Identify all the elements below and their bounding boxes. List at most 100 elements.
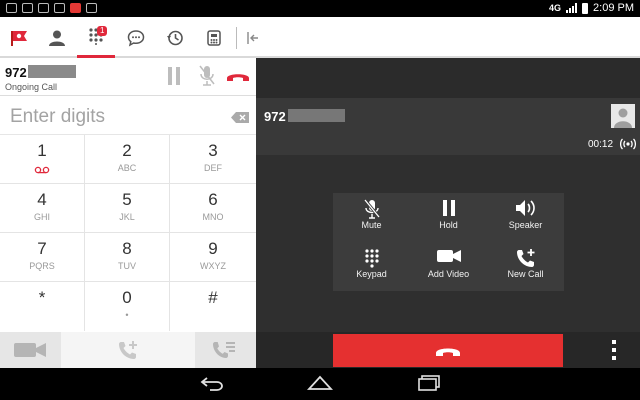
key-digit: 7 <box>37 239 47 258</box>
dialer-panel: 972 Ongoing Call 1 <box>0 58 256 368</box>
tab-voicemail-box[interactable] <box>195 17 233 58</box>
key-star[interactable]: * <box>0 282 85 331</box>
redacted-number-mask <box>28 65 76 78</box>
call-panel-top <box>256 58 640 98</box>
flag-logo-icon <box>11 30 27 46</box>
hold-button[interactable] <box>168 67 180 85</box>
notification-icon <box>54 3 65 13</box>
system-nav-bar <box>0 368 640 400</box>
end-call-button[interactable] <box>333 334 563 367</box>
notification-icon <box>70 3 81 13</box>
backspace-button[interactable] <box>231 112 249 123</box>
ongoing-call-status: Ongoing Call <box>5 82 58 92</box>
notification-icons <box>6 3 97 13</box>
ongoing-call-card[interactable]: 972 Ongoing Call <box>0 58 256 96</box>
key-digit: * <box>38 288 46 307</box>
key-letters: JKL <box>119 212 135 222</box>
call-list-button[interactable] <box>212 340 236 360</box>
collapse-panel-icon <box>247 31 258 44</box>
add-call-icon <box>119 341 137 359</box>
key-5[interactable]: 5 JKL <box>85 184 170 233</box>
key-digit: 6 <box>208 190 218 209</box>
digits-input[interactable] <box>10 105 210 129</box>
home-nav-button[interactable] <box>307 374 333 392</box>
key-9[interactable]: 9 WXYZ <box>170 233 256 282</box>
keypad-label: Keypad <box>356 269 387 279</box>
clock: 2:09 PM <box>593 2 634 14</box>
key-hash[interactable]: # <box>170 282 256 331</box>
digit-entry-row <box>0 98 256 135</box>
key-letters: WXYZ <box>200 261 226 271</box>
avatar <box>611 104 635 128</box>
chat-icon <box>127 29 145 46</box>
hang-up-icon <box>436 348 460 356</box>
call-header: 972 00:12 <box>256 98 640 155</box>
pause-icon <box>442 200 455 216</box>
key-6[interactable]: 6 MNO <box>170 184 256 233</box>
key-letters: TUV <box>118 261 136 271</box>
key-letters: GHI <box>33 212 50 222</box>
mic-off-icon <box>363 199 380 219</box>
key-2[interactable]: 2 ABC <box>85 135 170 184</box>
tab-history[interactable] <box>156 17 194 58</box>
mute-button[interactable] <box>198 64 216 88</box>
notification-icon <box>86 3 97 13</box>
add-video-control-button[interactable]: Add Video <box>410 242 487 291</box>
more-dot <box>612 340 616 344</box>
speaker-control-button[interactable]: Speaker <box>487 193 564 242</box>
key-digit: 9 <box>208 239 218 258</box>
speaker-icon <box>515 200 535 216</box>
keypad-control-button[interactable]: Keypad <box>333 242 410 291</box>
contacts-icon <box>49 30 65 46</box>
tab-home-logo[interactable] <box>0 17 38 58</box>
key-3[interactable]: 3 DEF <box>170 135 256 184</box>
key-letters: MNO <box>202 212 224 222</box>
more-dot <box>612 348 616 352</box>
speaker-label: Speaker <box>508 220 543 230</box>
notification-icon <box>22 3 33 13</box>
add-video-label: Add Video <box>427 269 470 279</box>
call-panel: 972 00:12 Mute Hold Speaker Keypad Add V… <box>256 58 640 368</box>
recents-nav-button[interactable] <box>417 374 441 392</box>
tab-contacts[interactable] <box>38 17 76 58</box>
call-timer: 00:12 <box>588 139 614 150</box>
battery-icon <box>582 2 589 14</box>
key-digit: 8 <box>122 239 132 258</box>
back-nav-button[interactable] <box>200 374 224 392</box>
top-tab-bar: 1 <box>0 17 640 58</box>
pause-bar <box>176 67 180 85</box>
call-action-bar <box>256 332 640 368</box>
key-0[interactable]: 0 • <box>85 282 170 331</box>
more-options-button[interactable] <box>612 340 616 360</box>
signal-icon <box>566 3 578 13</box>
key-letters: • <box>125 310 129 320</box>
person-icon <box>614 108 632 128</box>
more-dot <box>612 356 616 360</box>
key-1[interactable]: 1 <box>0 135 85 184</box>
new-call-control-button[interactable]: New Call <box>487 242 564 291</box>
mute-control-button[interactable]: Mute <box>333 193 410 242</box>
key-7[interactable]: 7 PQRS <box>0 233 85 282</box>
tab-dialpad[interactable]: 1 <box>77 17 115 58</box>
key-letters: ABC <box>117 163 137 173</box>
new-call-label: New Call <box>507 269 544 279</box>
collapse-panel-button[interactable] <box>237 17 267 58</box>
end-call-small-button[interactable] <box>226 70 250 82</box>
ongoing-call-number: 972 <box>5 65 27 80</box>
status-bar: 4G 2:09 PM <box>0 0 640 17</box>
key-digit: # <box>208 288 218 307</box>
key-digit: 0 <box>122 288 132 307</box>
tab-chat[interactable] <box>117 17 155 58</box>
dial-call-button[interactable] <box>61 332 195 368</box>
key-digit: 2 <box>122 141 132 160</box>
key-8[interactable]: 8 TUV <box>85 233 170 282</box>
key-digit: 4 <box>37 190 47 209</box>
key-letters: DEF <box>204 163 222 173</box>
network-type: 4G <box>549 3 562 13</box>
voicemail-box-icon <box>207 29 221 46</box>
history-icon <box>167 30 183 45</box>
dialer-action-bar <box>0 332 256 368</box>
key-4[interactable]: 4 GHI <box>0 184 85 233</box>
hold-control-button[interactable]: Hold <box>410 193 487 242</box>
video-call-button[interactable] <box>14 342 46 358</box>
